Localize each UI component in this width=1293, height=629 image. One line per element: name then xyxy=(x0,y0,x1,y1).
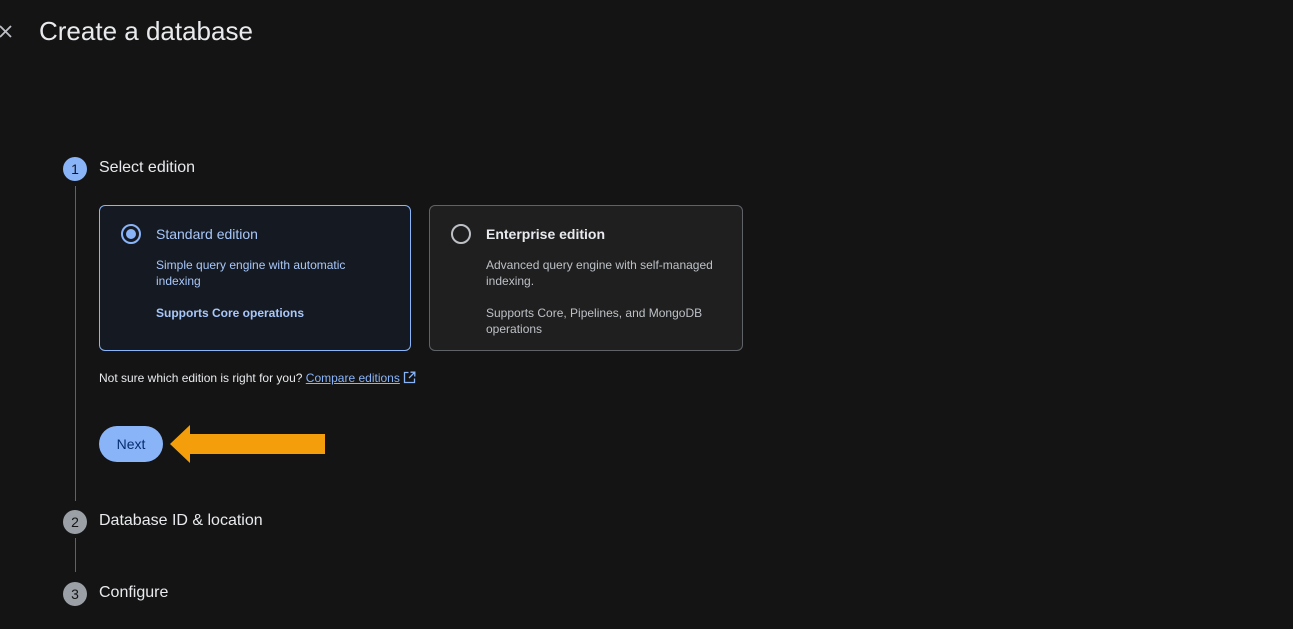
step-2-indicator: 2 xyxy=(63,510,87,534)
edition-operations: Supports Core, Pipelines, and MongoDB op… xyxy=(486,306,703,336)
edition-description: Simple query engine with automatic index… xyxy=(156,258,346,288)
standard-edition-card[interactable]: Standard edition Simple query engine wit… xyxy=(99,205,411,351)
next-button-label[interactable]: Next xyxy=(117,436,146,452)
create-database-page: Create a database 1 Select edition Stand… xyxy=(0,0,1293,629)
open-in-new-icon[interactable] xyxy=(403,371,416,384)
enterprise-edition-card[interactable]: Enterprise edition Advanced query engine… xyxy=(429,205,743,351)
step-3-indicator: 3 xyxy=(63,582,87,606)
step-connector xyxy=(75,186,76,501)
step-number: 2 xyxy=(71,514,79,530)
step-number: 3 xyxy=(71,586,79,602)
step-1-indicator: 1 xyxy=(63,157,87,181)
edition-description: Advanced query engine with self-managed … xyxy=(486,258,713,288)
help-text: Not sure which edition is right for you? xyxy=(99,371,303,385)
arrow-left-icon xyxy=(170,425,325,463)
standard-edition-radio[interactable] xyxy=(121,224,141,244)
enterprise-edition-radio[interactable] xyxy=(451,224,471,244)
compare-editions-label[interactable]: Compare editions xyxy=(306,371,400,385)
close-button[interactable] xyxy=(0,20,18,44)
edition-operations: Supports Core operations xyxy=(156,306,305,320)
step-2-label: Database ID & location xyxy=(99,512,263,529)
step-1-label: Select edition xyxy=(99,159,196,176)
edition-title: Standard edition xyxy=(156,226,258,242)
page-title: Create a database xyxy=(39,16,253,46)
edition-help-text: Not sure which edition is right for you?… xyxy=(99,371,416,385)
compare-editions-link[interactable]: Compare editions xyxy=(306,371,400,385)
step-number: 1 xyxy=(71,161,79,177)
next-button[interactable]: Next xyxy=(99,426,163,462)
step-connector xyxy=(75,538,76,572)
step-3-label: Configure xyxy=(99,584,169,601)
edition-title: Enterprise edition xyxy=(486,226,606,242)
close-icon[interactable] xyxy=(0,20,18,44)
